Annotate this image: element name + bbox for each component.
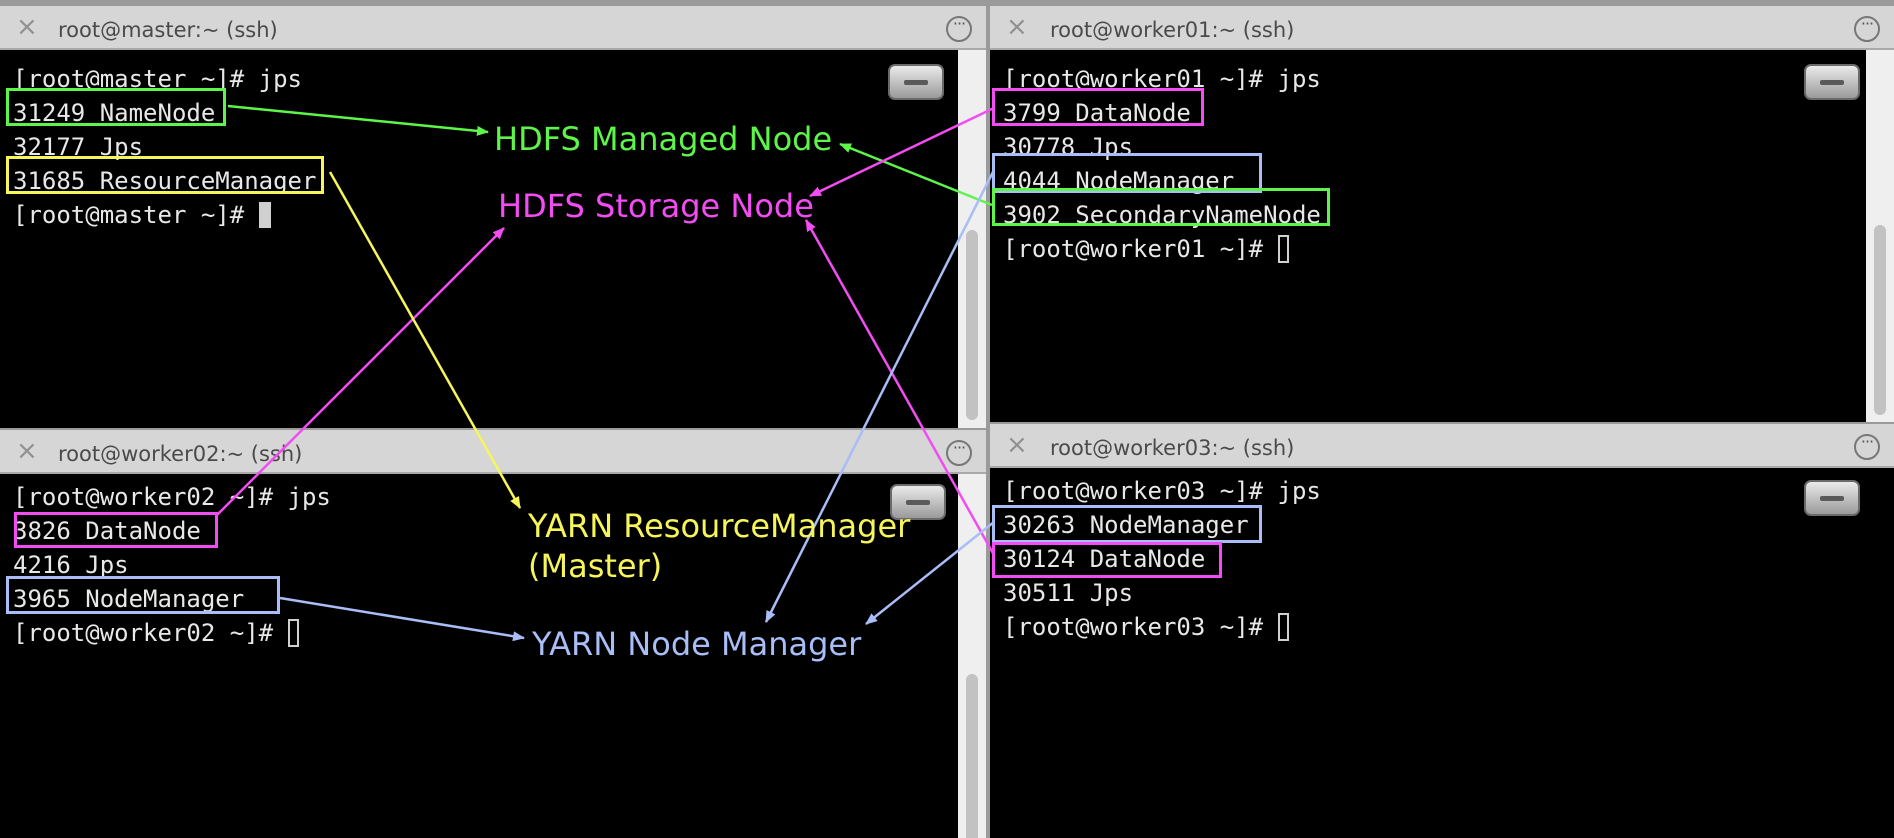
arrow-nodemanager-w02-to-yarn-nm	[279, 596, 525, 642]
arrow-namenode-to-managed	[227, 104, 489, 136]
yarn-node-manager-label: YARN Node Manager	[532, 625, 862, 663]
arrow-nodemanager-w01-to-yarn-nm	[764, 169, 996, 623]
yarn-resourcemanager-sublabel: (Master)	[528, 547, 663, 585]
arrow-datanode-w02-to-storage	[215, 227, 505, 517]
hdfs-managed-node-label: HDFS Managed Node	[494, 120, 833, 158]
arrow-resourcemanager-to-yarn-rm	[328, 171, 522, 509]
annotation-arrows	[215, 104, 996, 642]
hdfs-storage-node-label: HDFS Storage Node	[498, 187, 814, 225]
arrow-secondary-to-managed	[839, 142, 993, 207]
yarn-resourcemanager-label: YARN ResourceManager	[528, 507, 911, 545]
arrow-datanode-w03-to-storage	[804, 219, 996, 556]
arrow-datanode-w01-to-storage	[809, 106, 995, 198]
